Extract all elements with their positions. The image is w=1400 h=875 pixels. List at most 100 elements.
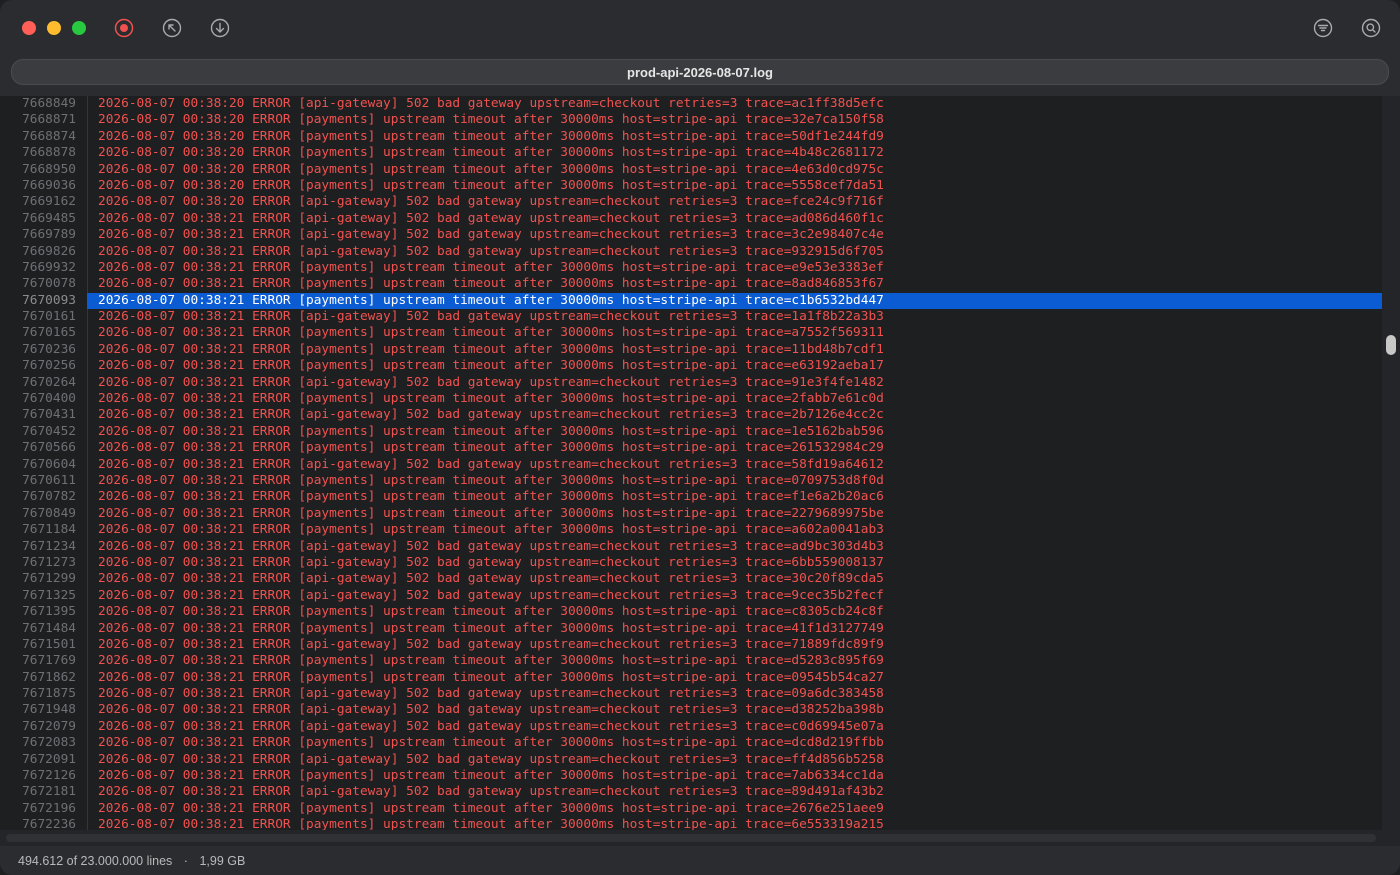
log-row[interactable]: 7669932 2026-08-07 00:38:21 ERROR [paymen…: [0, 260, 1382, 276]
line-number: 7669162: [22, 194, 76, 210]
line-number: 7670264: [22, 374, 76, 390]
log-row[interactable]: 7670161 2026-08-07 00:38:21 ERROR [api-ga…: [0, 309, 1382, 325]
log-row[interactable]: 7670782 2026-08-07 00:38:21 ERROR [paymen…: [0, 489, 1382, 505]
line-number: 7670431: [22, 407, 76, 423]
vertical-scrollbar[interactable]: [1382, 96, 1400, 830]
log-row[interactable]: 7670236 2026-08-07 00:38:21 ERROR [paymen…: [0, 342, 1382, 358]
log-row[interactable]: 7668878 2026-08-07 00:38:20 ERROR [paymen…: [0, 145, 1382, 161]
log-text: 2026-08-07 00:38:21 ERROR [api-gateway] …: [98, 636, 884, 652]
log-row[interactable]: 7671769 2026-08-07 00:38:21 ERROR [paymen…: [0, 653, 1382, 669]
log-text: 2026-08-07 00:38:21 ERROR [payments] ups…: [98, 341, 884, 357]
log-text: 2026-08-07 00:38:21 ERROR [api-gateway] …: [98, 407, 884, 423]
line-number: 7672126: [22, 768, 76, 784]
log-row[interactable]: 7670165 2026-08-07 00:38:21 ERROR [paymen…: [0, 325, 1382, 341]
log-row[interactable]: 7671395 2026-08-07 00:38:21 ERROR [paymen…: [0, 604, 1382, 620]
log-row[interactable]: 7670078 2026-08-07 00:38:21 ERROR [paymen…: [0, 276, 1382, 292]
vertical-scrollbar-thumb[interactable]: [1386, 335, 1396, 355]
log-text: 2026-08-07 00:38:21 ERROR [api-gateway] …: [98, 243, 884, 259]
log-row[interactable]: 7670256 2026-08-07 00:38:21 ERROR [paymen…: [0, 358, 1382, 374]
filter-icon[interactable]: [1313, 18, 1333, 38]
line-number: 7670161: [22, 309, 76, 325]
log-row[interactable]: 7670604 2026-08-07 00:38:21 ERROR [api-ga…: [0, 457, 1382, 473]
log-row[interactable]: 7668871 2026-08-07 00:38:20 ERROR [paymen…: [0, 112, 1382, 128]
log-row[interactable]: 7670431 2026-08-07 00:38:21 ERROR [api-ga…: [0, 407, 1382, 423]
log-row[interactable]: 7671299 2026-08-07 00:38:21 ERROR [api-ga…: [0, 571, 1382, 587]
log-text: 2026-08-07 00:38:20 ERROR [api-gateway] …: [98, 194, 884, 210]
log-lines[interactable]: 7668849 2026-08-07 00:38:20 ERROR [api-ga…: [0, 96, 1382, 830]
line-number: 7672083: [22, 735, 76, 751]
log-row[interactable]: 7669036 2026-08-07 00:38:20 ERROR [paymen…: [0, 178, 1382, 194]
line-number: 7672091: [22, 751, 76, 767]
log-text: 2026-08-07 00:38:21 ERROR [api-gateway] …: [98, 456, 884, 472]
log-text: 2026-08-07 00:38:21 ERROR [payments] ups…: [98, 800, 884, 816]
log-row[interactable]: 7669826 2026-08-07 00:38:21 ERROR [api-ga…: [0, 244, 1382, 260]
log-text: 2026-08-07 00:38:21 ERROR [api-gateway] …: [98, 784, 884, 800]
log-text: 2026-08-07 00:38:20 ERROR [payments] ups…: [98, 161, 884, 177]
log-text: 2026-08-07 00:38:21 ERROR [api-gateway] …: [98, 227, 884, 243]
log-row[interactable]: 7671862 2026-08-07 00:38:21 ERROR [paymen…: [0, 670, 1382, 686]
log-row[interactable]: 7671273 2026-08-07 00:38:21 ERROR [api-ga…: [0, 555, 1382, 571]
log-row[interactable]: 7671875 2026-08-07 00:38:21 ERROR [api-ga…: [0, 686, 1382, 702]
log-row[interactable]: 7672236 2026-08-07 00:38:21 ERROR [paymen…: [0, 817, 1382, 830]
log-row[interactable]: 7672091 2026-08-07 00:38:21 ERROR [api-ga…: [0, 752, 1382, 768]
log-row-selected[interactable]: 7670093 2026-08-07 00:38:21 ERROR [paymen…: [0, 292, 1382, 310]
log-row[interactable]: 7672126 2026-08-07 00:38:21 ERROR [paymen…: [0, 768, 1382, 784]
record-icon[interactable]: [114, 18, 134, 38]
log-row[interactable]: 7672196 2026-08-07 00:38:21 ERROR [paymen…: [0, 801, 1382, 817]
log-row[interactable]: 7668849 2026-08-07 00:38:20 ERROR [api-ga…: [0, 96, 1382, 112]
log-row[interactable]: 7670400 2026-08-07 00:38:21 ERROR [paymen…: [0, 391, 1382, 407]
log-text: 2026-08-07 00:38:21 ERROR [api-gateway] …: [98, 718, 884, 734]
horizontal-scrollbar[interactable]: [0, 830, 1400, 846]
log-text: 2026-08-07 00:38:20 ERROR [payments] ups…: [98, 177, 884, 193]
log-row[interactable]: 7670264 2026-08-07 00:38:21 ERROR [api-ga…: [0, 375, 1382, 391]
log-row[interactable]: 7668950 2026-08-07 00:38:20 ERROR [paymen…: [0, 162, 1382, 178]
log-row[interactable]: 7668874 2026-08-07 00:38:20 ERROR [paymen…: [0, 129, 1382, 145]
line-number: 7671184: [22, 522, 76, 538]
log-text: 2026-08-07 00:38:20 ERROR [payments] ups…: [98, 145, 884, 161]
line-number: 7668878: [22, 145, 76, 161]
line-number: 7670400: [22, 391, 76, 407]
minimize-window-button[interactable]: [47, 21, 61, 35]
log-row[interactable]: 7672181 2026-08-07 00:38:21 ERROR [api-ga…: [0, 784, 1382, 800]
horizontal-scrollbar-thumb[interactable]: [6, 834, 1376, 842]
line-number: 7669826: [22, 243, 76, 259]
jump-to-bottom-icon[interactable]: [210, 18, 230, 38]
log-row[interactable]: 7669485 2026-08-07 00:38:21 ERROR [api-ga…: [0, 211, 1382, 227]
search-icon[interactable]: [1361, 18, 1381, 38]
log-text: 2026-08-07 00:38:21 ERROR [payments] ups…: [98, 391, 884, 407]
line-number: 7670566: [22, 440, 76, 456]
line-number: 7669485: [22, 210, 76, 226]
log-row[interactable]: 7672079 2026-08-07 00:38:21 ERROR [api-ga…: [0, 719, 1382, 735]
log-text: 2026-08-07 00:38:21 ERROR [payments] ups…: [98, 440, 884, 456]
line-number: 7668871: [22, 112, 76, 128]
log-row[interactable]: 7671325 2026-08-07 00:38:21 ERROR [api-ga…: [0, 588, 1382, 604]
line-number: 7671484: [22, 620, 76, 636]
log-text: 2026-08-07 00:38:21 ERROR [api-gateway] …: [98, 686, 884, 702]
jump-to-top-icon[interactable]: [162, 18, 182, 38]
log-row[interactable]: 7671184 2026-08-07 00:38:21 ERROR [paymen…: [0, 522, 1382, 538]
file-name[interactable]: prod-api-2026-08-07.log: [11, 59, 1389, 85]
log-row[interactable]: 7669162 2026-08-07 00:38:20 ERROR [api-ga…: [0, 194, 1382, 210]
log-row[interactable]: 7671234 2026-08-07 00:38:21 ERROR [api-ga…: [0, 539, 1382, 555]
line-number: 7671299: [22, 571, 76, 587]
log-content[interactable]: 7668849 2026-08-07 00:38:20 ERROR [api-ga…: [0, 96, 1400, 830]
log-row[interactable]: 7669789 2026-08-07 00:38:21 ERROR [api-ga…: [0, 227, 1382, 243]
line-number: 7671948: [22, 702, 76, 718]
log-text: 2026-08-07 00:38:21 ERROR [payments] ups…: [98, 325, 884, 341]
log-row[interactable]: 7671948 2026-08-07 00:38:21 ERROR [api-ga…: [0, 702, 1382, 718]
log-row[interactable]: 7670452 2026-08-07 00:38:21 ERROR [paymen…: [0, 424, 1382, 440]
line-number: 7668849: [22, 96, 76, 111]
line-number: 7670093: [22, 292, 76, 308]
log-text: 2026-08-07 00:38:21 ERROR [payments] ups…: [98, 669, 884, 685]
close-window-button[interactable]: [22, 21, 36, 35]
log-text: 2026-08-07 00:38:21 ERROR [payments] ups…: [98, 489, 884, 505]
log-row[interactable]: 7670611 2026-08-07 00:38:21 ERROR [paymen…: [0, 473, 1382, 489]
log-row[interactable]: 7670849 2026-08-07 00:38:21 ERROR [paymen…: [0, 506, 1382, 522]
log-row[interactable]: 7671484 2026-08-07 00:38:21 ERROR [paymen…: [0, 621, 1382, 637]
log-row[interactable]: 7671501 2026-08-07 00:38:21 ERROR [api-ga…: [0, 637, 1382, 653]
line-number: 7671234: [22, 538, 76, 554]
log-row[interactable]: 7670566 2026-08-07 00:38:21 ERROR [paymen…: [0, 440, 1382, 456]
log-row[interactable]: 7672083 2026-08-07 00:38:21 ERROR [paymen…: [0, 735, 1382, 751]
line-number: 7670604: [22, 456, 76, 472]
maximize-window-button[interactable]: [72, 21, 86, 35]
